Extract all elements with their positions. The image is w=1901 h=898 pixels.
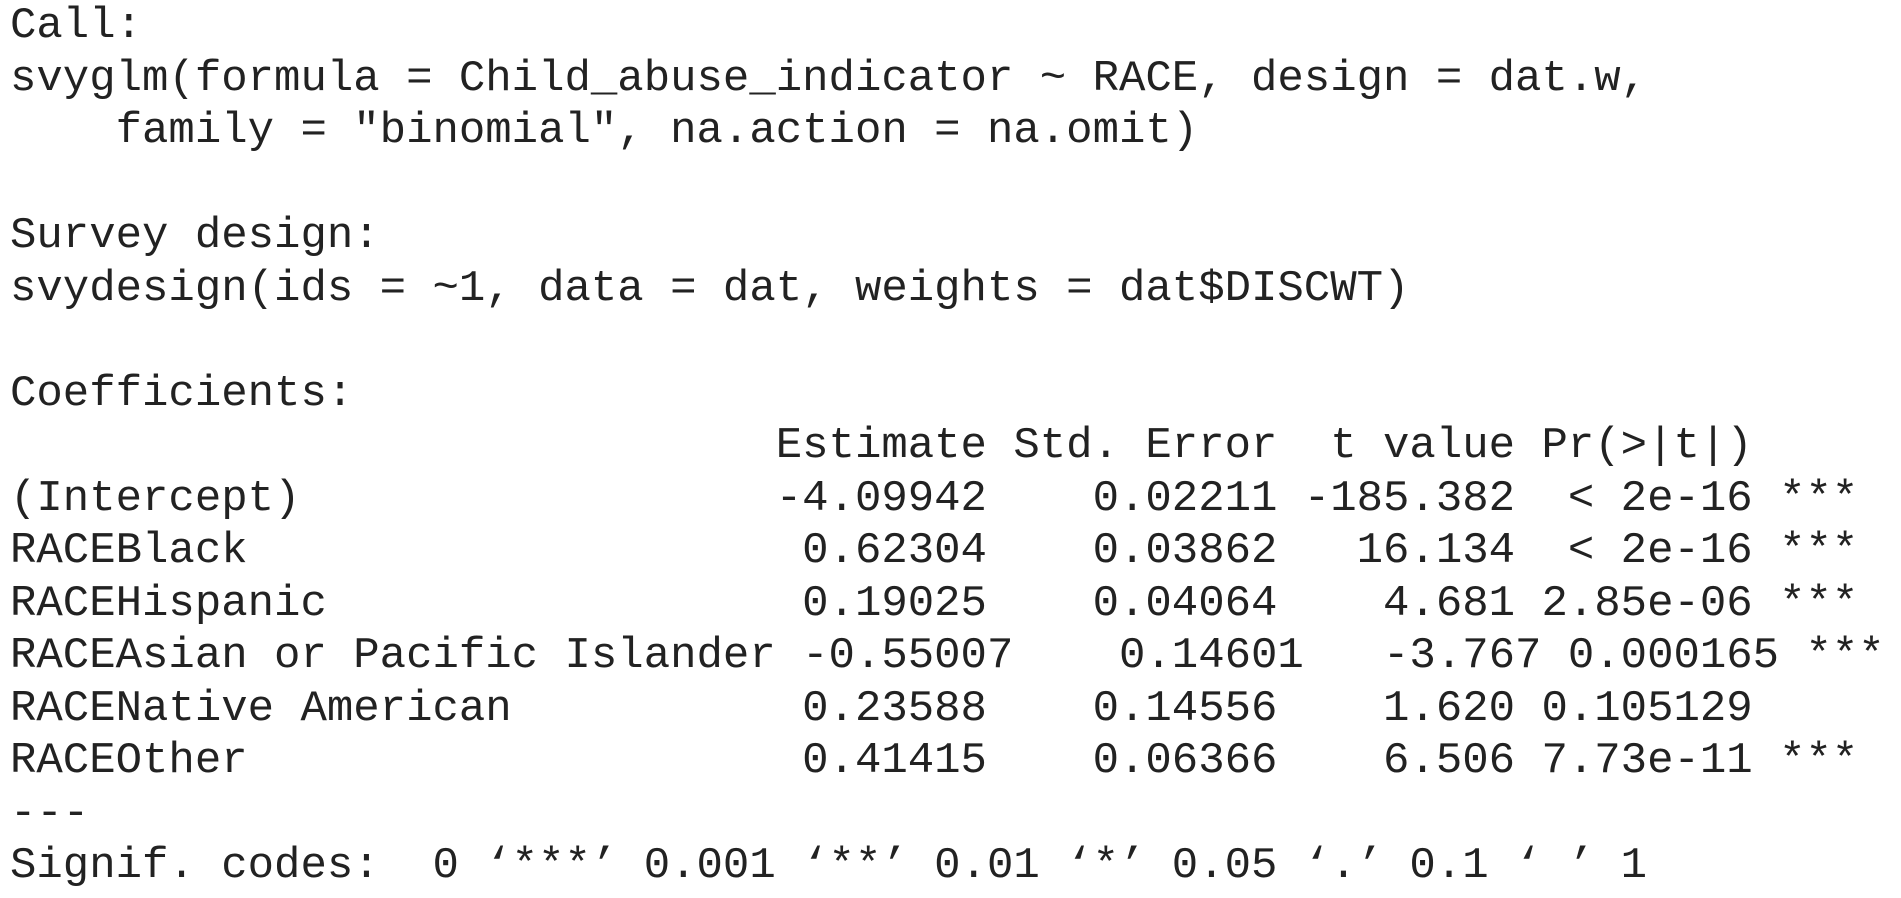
call-line-2: family = "binomial", na.action = na.omit… xyxy=(10,106,1199,156)
coefficient-row-asian-pacific: RACEAsian or Pacific Islander -0.55007 0… xyxy=(10,631,1885,681)
survey-design-label: Survey design: xyxy=(10,211,380,261)
r-console-output: Call: svyglm(formula = Child_abuse_indic… xyxy=(0,0,1901,898)
call-line-1: svyglm(formula = Child_abuse_indicator ~… xyxy=(10,53,1674,104)
coefficient-row-other: RACEOther 0.41415 0.06366 6.506 7.73e-11… xyxy=(10,736,1859,786)
coefficients-label: Coefficients: xyxy=(10,368,354,419)
coefficient-row-native-american: RACENative American 0.23588 0.14556 1.62… xyxy=(10,683,1859,734)
separator-line: --- xyxy=(10,788,90,839)
coefficient-row-hispanic: RACEHispanic 0.19025 0.04064 4.681 2.85e… xyxy=(10,578,1859,629)
coefficients-header: Estimate Std. Error t value Pr(>|t|) xyxy=(10,421,1859,471)
call-label: Call: xyxy=(10,1,143,51)
survey-design-line: svydesign(ids = ~1, data = dat, weights … xyxy=(10,263,1410,314)
signif-codes-legend: Signif. codes: 0 ‘***’ 0.001 ‘**’ 0.01 ‘… xyxy=(10,841,1648,891)
coefficient-row-black: RACEBlack 0.62304 0.03862 16.134 < 2e-16… xyxy=(10,526,1859,576)
coefficient-row-intercept: (Intercept) -4.09942 0.02211 -185.382 < … xyxy=(10,473,1859,524)
